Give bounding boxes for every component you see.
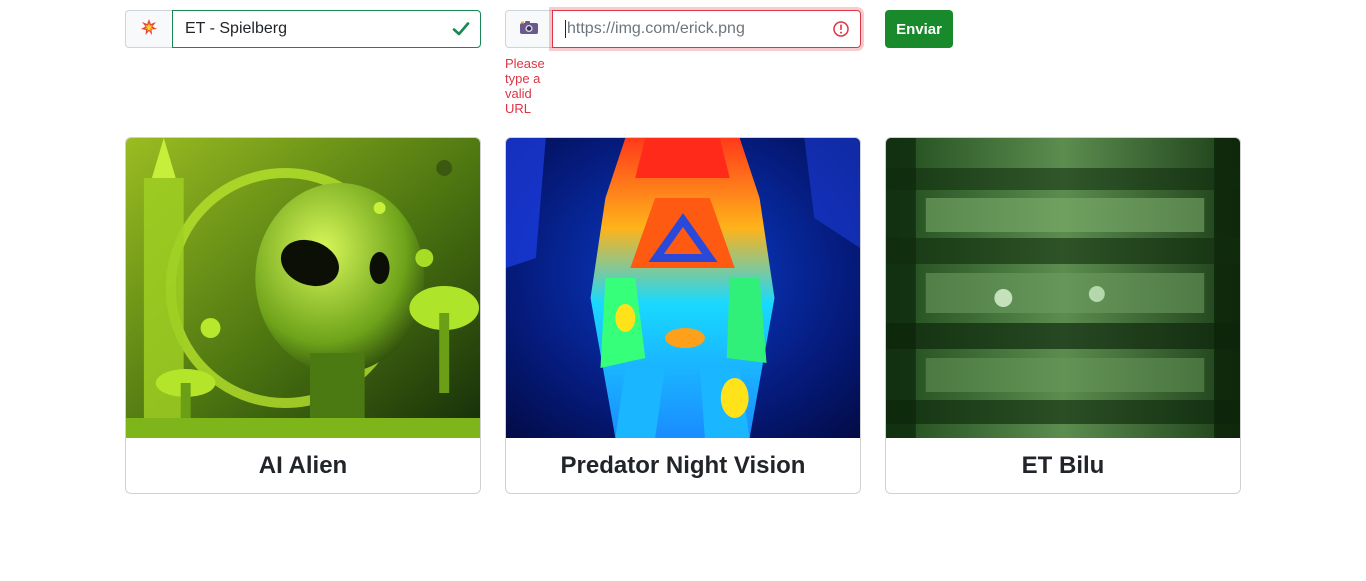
title-addon — [125, 10, 172, 48]
camera-icon — [519, 19, 539, 40]
card-image — [886, 138, 1240, 438]
card-title: AI Alien — [258, 451, 348, 479]
check-icon — [452, 20, 470, 38]
url-addon — [505, 10, 552, 48]
url-input-group: https://img.com/erick.png — [505, 10, 861, 48]
collision-icon — [140, 18, 158, 41]
title-input-group: ET - Spielberg — [125, 10, 481, 48]
card-title: Predator Night Vision — [560, 451, 806, 479]
error-icon — [832, 20, 850, 38]
card-image — [506, 138, 860, 438]
card-et-bilu: ET Bilu — [885, 137, 1241, 494]
title-input-value: ET - Spielberg — [185, 20, 287, 37]
url-input[interactable]: https://img.com/erick.png — [552, 10, 861, 48]
card-predator-night-vision: Predator Night Vision — [505, 137, 861, 494]
submit-button[interactable]: Enviar — [885, 10, 953, 48]
url-input-placeholder: https://img.com/erick.png — [567, 20, 745, 37]
text-caret — [565, 20, 566, 38]
card-title: ET Bilu — [1021, 451, 1105, 479]
card-image — [126, 138, 480, 438]
title-input[interactable]: ET - Spielberg — [172, 10, 481, 48]
url-error-message: Please type a valid URL — [505, 56, 545, 116]
card-ai-alien: AI Alien — [125, 137, 481, 494]
